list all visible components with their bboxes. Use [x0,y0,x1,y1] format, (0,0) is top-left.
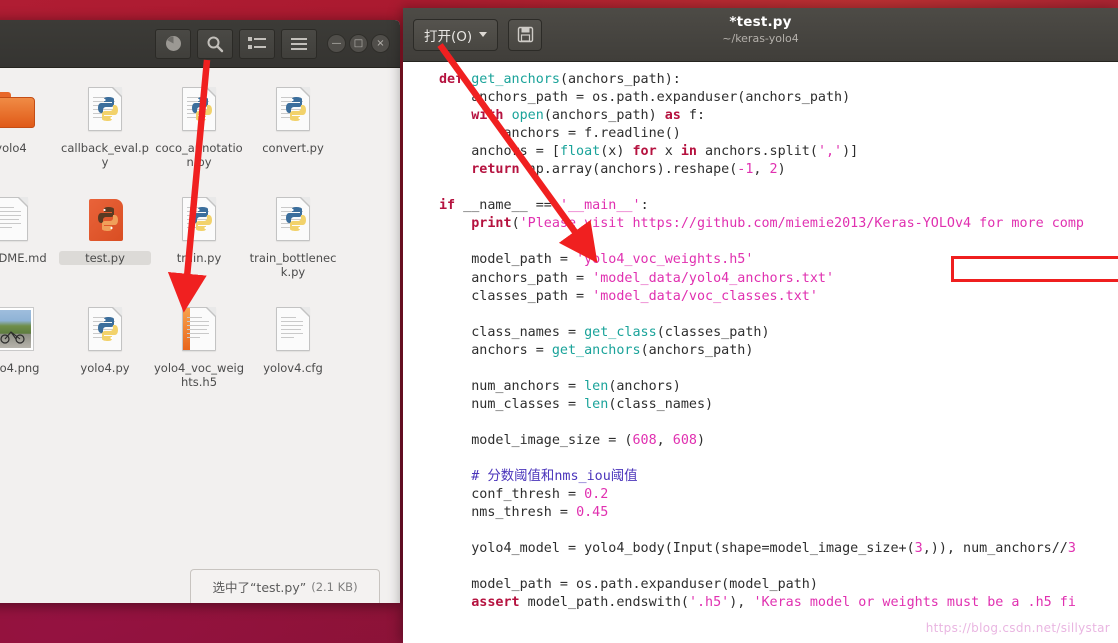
file-name-label: yolov4.cfg [263,361,323,375]
file-icon [267,304,319,356]
save-icon [517,26,533,43]
file-icon [79,194,131,246]
file-item[interactable]: coco_annotation.py [152,80,246,190]
maximize-button[interactable]: □ [349,34,368,53]
document-lines [187,317,209,345]
python-file-icon [192,97,212,121]
file-item[interactable]: yolo4_voc_weights.h5 [152,300,246,410]
file-manager-toolbar [155,28,323,59]
file-name-label: train.py [176,251,222,265]
file-icon [267,194,319,246]
python-file-icon [98,207,118,231]
open-button-label: 打开(O) [424,28,473,45]
file-icon [0,84,37,136]
menu-icon[interactable] [281,28,317,59]
file-icon [173,84,225,136]
file-name-label: yolo4 [0,141,27,155]
status-bar-text: 选中了“test.py” [212,580,307,595]
file-name-label: callback_eval.py [61,141,149,170]
close-button[interactable]: × [371,34,390,53]
editor-header: 打开(O) *test.py ~/keras-yolo4 [403,8,1118,62]
python-file-icon [192,207,212,231]
folder-icon [0,92,35,128]
file-manager-titlebar: — □ × [0,20,400,68]
open-button[interactable]: 打开(O) [413,18,499,51]
search-icon[interactable] [197,28,233,59]
file-icon [0,194,37,246]
file-name-label: yolo4.py [80,361,130,375]
document-lines [281,317,303,345]
file-item[interactable]: yolo4 [0,80,58,190]
python-file-icon [98,317,118,341]
file-icon [267,84,319,136]
file-name-label: train_bottleneck.py [249,251,337,280]
save-button[interactable] [508,18,543,51]
file-item[interactable]: README.md [0,190,58,300]
file-name-label: convert.py [262,141,324,155]
document-lines [0,207,21,235]
file-name-label: yolo4_voc_weights.h5 [153,361,245,390]
file-name-label: coco_annotation.py [155,141,243,170]
file-item[interactable]: train_bottleneck.py [246,190,340,300]
location-icon[interactable] [155,28,191,59]
chevron-down-icon [479,32,488,37]
window-controls: — □ × [327,34,390,53]
file-icon [173,194,225,246]
file-manager-window: — □ × yolo4 callback_eval.py coco_annota… [0,20,400,603]
code-editor-area[interactable]: def get_anchors(anchors_path): anchors_p… [403,62,1118,643]
file-item[interactable]: yolov4.cfg [246,300,340,410]
source-code[interactable]: def get_anchors(anchors_path): anchors_p… [439,71,1118,612]
file-name-label: yolo4.png [0,361,40,375]
list-view-icon[interactable] [239,28,275,59]
file-item[interactable]: train.py [152,190,246,300]
status-bar-size: (2.1 KB) [311,579,358,594]
file-name-label: README.md [0,251,47,265]
minimize-button[interactable]: — [327,34,346,53]
file-icon [0,304,37,356]
python-file-icon [286,97,306,121]
file-item[interactable]: callback_eval.py [58,80,152,190]
python-file-icon [98,97,118,121]
watermark-text: https://blog.csdn.net/sillystar [925,621,1110,635]
file-item[interactable]: yolo4.png [0,300,58,410]
python-file-icon [286,207,306,231]
file-icon [79,304,131,356]
file-manager-content: yolo4 callback_eval.py coco_annotation.p… [0,68,400,603]
file-icon [79,84,131,136]
file-item[interactable]: convert.py [246,80,340,190]
file-item[interactable]: test.py [58,190,152,300]
file-icon [173,304,225,356]
image-thumbnail-icon [0,307,34,351]
file-name-label: test.py [59,251,151,266]
text-editor-window: 打开(O) *test.py ~/keras-yolo4 def get_anc… [403,8,1118,643]
file-icon-grid: yolo4 callback_eval.py coco_annotation.p… [0,80,400,410]
status-bar: 选中了“test.py” (2.1 KB) [190,569,380,603]
file-item[interactable]: yolo4.py [58,300,152,410]
